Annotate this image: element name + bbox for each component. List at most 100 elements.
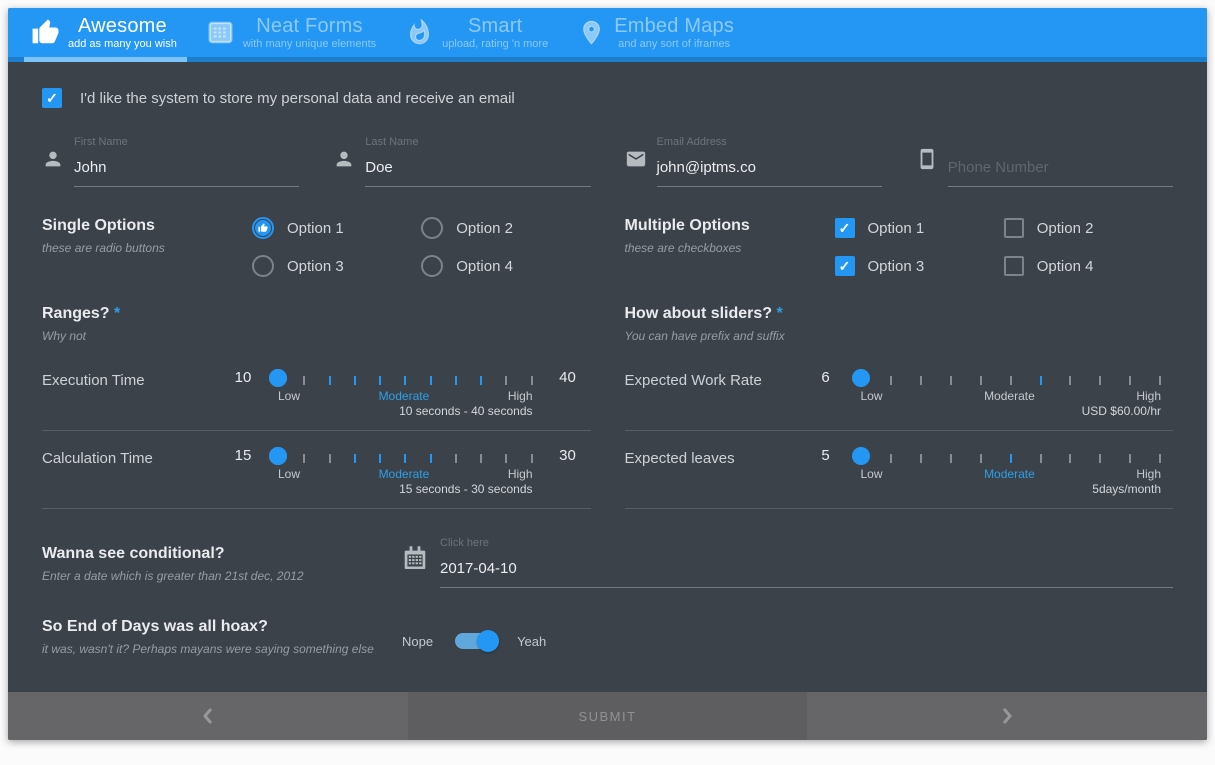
field-label: Email Address: [656, 136, 727, 148]
sliders-grid: Execution Time 10 Low Moderate High 10 s…: [42, 353, 1173, 509]
date-field[interactable]: Click here 2017-04-10: [402, 533, 1173, 588]
tab-embed-maps[interactable]: Embed Maps and any sort of iframes: [564, 8, 750, 62]
checkbox-icon[interactable]: ✓: [1003, 218, 1024, 238]
toggle-knob[interactable]: [477, 630, 500, 652]
radio-icon[interactable]: [421, 217, 444, 239]
multiple-options-subtitle: these are checkboxes: [624, 241, 742, 255]
radio-option-1[interactable]: Option 1: [252, 217, 421, 239]
date-value[interactable]: 2017-04-10: [440, 560, 1173, 577]
conditional-subtitle: Enter a date which is greater than 21st …: [42, 569, 304, 583]
form-body: ✓ I'd like the system to store my person…: [8, 62, 1207, 692]
toggle-on-label: Yeah: [517, 633, 547, 649]
checkbox-icon[interactable]: ✓: [834, 256, 855, 276]
last-name-field[interactable]: Last Name Doe: [333, 132, 591, 187]
previous-step-button[interactable]: [8, 692, 408, 740]
tab-subtitle: upload, rating 'n more: [442, 38, 549, 50]
checkbox-option-1[interactable]: ✓ Option 1: [834, 217, 1004, 239]
toggle-off-label: Nope: [402, 633, 434, 649]
slider-tick: [328, 376, 331, 385]
scale-moderate: Moderate: [984, 467, 1035, 481]
option-label: Option 4: [1036, 257, 1094, 275]
tab-awesome[interactable]: Awesome add as many you wish: [18, 8, 193, 62]
phone-field[interactable]: Phone Number: [916, 132, 1173, 187]
phone-placeholder[interactable]: Phone Number: [948, 159, 1173, 176]
slider-tick: [480, 376, 482, 385]
slider-low-value: 15: [234, 447, 252, 464]
slider-tick: [505, 454, 508, 463]
options-row: Single Options these are radio buttons O…: [42, 217, 1173, 277]
radio-option-3[interactable]: Option 3: [252, 255, 421, 277]
consent-label: I'd like the system to store my personal…: [80, 89, 515, 107]
first-name-field[interactable]: First Name John: [42, 132, 300, 187]
field-label: [948, 136, 951, 148]
radio-option-4[interactable]: Option 4: [421, 255, 590, 277]
wizard-tab-bar: Awesome add as many you wish Neat Forms …: [8, 8, 1207, 62]
checkbox-option-3[interactable]: ✓ Option 3: [834, 255, 1004, 277]
email-value[interactable]: john@iptms.co: [657, 159, 882, 176]
consent-checkbox[interactable]: ✓: [42, 88, 62, 108]
scale-low: Low: [860, 389, 883, 403]
hoax-row: So End of Days was all hoax? it was, was…: [42, 618, 1173, 656]
date-field-label: Click here: [440, 537, 489, 549]
slider-tick: [404, 454, 407, 463]
tab-title: Smart: [468, 15, 523, 37]
slider-tick: [1069, 454, 1072, 463]
submit-button[interactable]: SUBMIT: [407, 692, 808, 740]
slider-tick: [429, 376, 432, 385]
radio-icon[interactable]: [421, 255, 444, 277]
slider-note: 10 seconds - 40 seconds: [399, 404, 533, 418]
multiple-options-group: Multiple Options these are checkboxes ✓ …: [625, 217, 1174, 277]
conditional-title: Wanna see conditional?: [42, 545, 225, 562]
hoax-toggle[interactable]: [455, 630, 500, 652]
slider-tick: [920, 454, 923, 463]
scale-high: High: [1136, 389, 1161, 403]
checkbox-icon[interactable]: ✓: [1003, 256, 1024, 276]
expected-leaves-slider-row: Expected leaves 5 Low Moderate High 5day…: [624, 431, 1173, 509]
checkbox-option-4[interactable]: ✓ Option 4: [1003, 255, 1173, 277]
slider-tick: [505, 376, 508, 385]
tab-neat-forms[interactable]: Neat Forms with many unique elements: [193, 8, 392, 62]
slider-tick: [950, 376, 953, 385]
tab-smart[interactable]: Smart upload, rating 'n more: [392, 8, 564, 62]
radio-icon[interactable]: [252, 217, 274, 239]
scale-low: Low: [278, 467, 301, 481]
slider-tick: [1069, 376, 1072, 385]
checkbox-option-2[interactable]: ✓ Option 2: [1003, 217, 1173, 239]
slider-handle[interactable]: [851, 447, 870, 465]
first-name-value[interactable]: John: [74, 159, 299, 176]
option-label: Option 3: [287, 257, 344, 275]
scale-high: High: [507, 467, 533, 481]
slider-tick: [353, 454, 356, 463]
slider-low-value: 10: [234, 369, 252, 386]
slider-handle[interactable]: [269, 447, 287, 465]
radio-option-2[interactable]: Option 2: [421, 217, 590, 239]
tab-title: Awesome: [77, 15, 167, 37]
slider-tick: [1009, 376, 1012, 385]
scale-low: Low: [278, 389, 301, 403]
slider-handle[interactable]: [851, 369, 870, 387]
slider-tick: [379, 376, 381, 385]
email-field[interactable]: Email Address john@iptms.co: [625, 132, 882, 187]
required-asterisk: *: [776, 305, 783, 322]
multiple-options-title: Multiple Options: [624, 217, 750, 234]
tab-subtitle: with many unique elements: [242, 38, 377, 50]
hoax-title: So End of Days was all hoax?: [42, 618, 268, 635]
slider-value: 5: [821, 447, 830, 464]
slider-handle[interactable]: [269, 369, 287, 387]
calculation-time-slider-row: Calculation Time 15 Low Moderate High 15…: [42, 431, 591, 509]
next-step-button[interactable]: [807, 692, 1207, 740]
slider-high-value: 30: [559, 447, 576, 464]
checkbox-icon[interactable]: ✓: [834, 218, 855, 238]
slider-ticks: [278, 454, 533, 463]
slider-tick: [979, 454, 982, 463]
last-name-value[interactable]: Doe: [365, 159, 590, 176]
field-label: First Name: [74, 136, 128, 148]
slider-tick: [1129, 376, 1132, 385]
slider-scale-labels: Low Moderate High: [278, 467, 533, 481]
consent-row: ✓ I'd like the system to store my person…: [42, 88, 1173, 108]
execution-time-slider-row: Execution Time 10 Low Moderate High 10 s…: [42, 353, 591, 431]
slider-tick: [379, 454, 381, 463]
calendar-icon: [402, 533, 440, 588]
radio-icon[interactable]: [252, 255, 274, 277]
single-options-title: Single Options: [42, 217, 155, 234]
